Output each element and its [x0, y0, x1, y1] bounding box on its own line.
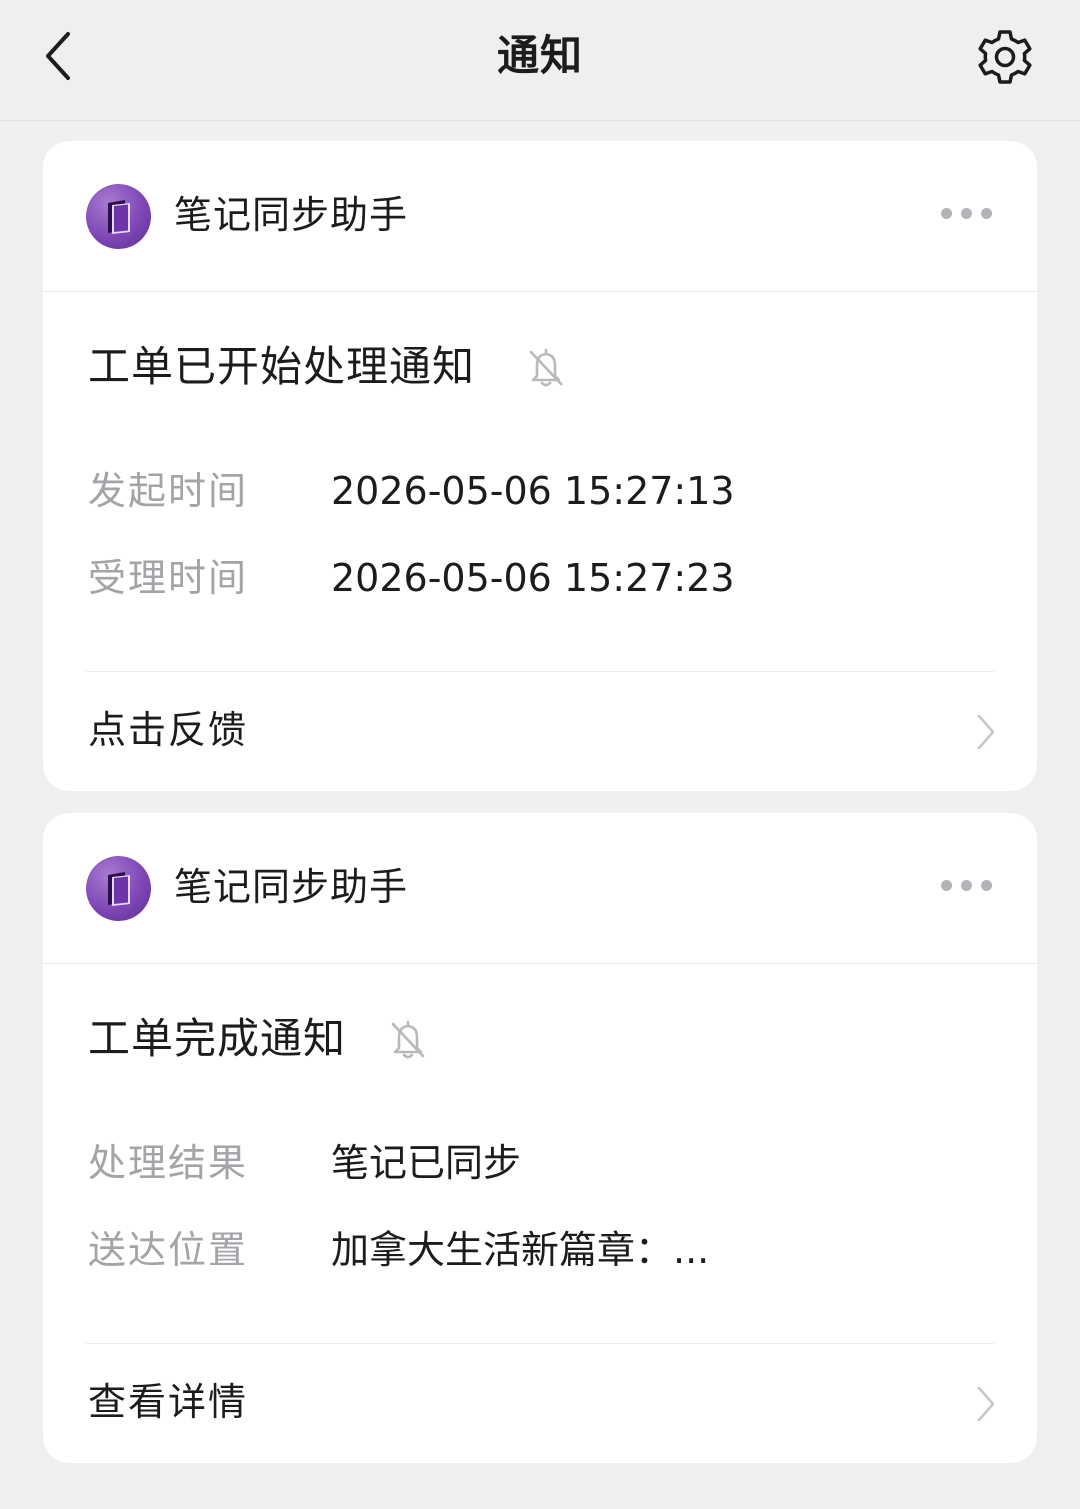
notification-title: 工单完成通知: [88, 1014, 347, 1063]
top-nav-bar: 通知: [0, 0, 1080, 121]
more-options-icon[interactable]: [941, 880, 993, 894]
page-title: 通知: [496, 31, 583, 80]
field-value-start-time: 2026-05-06 15:27:13: [331, 469, 735, 513]
card-header: 笔记同步助手: [43, 141, 1037, 292]
notification-card-2: 笔记同步助手 工单完成通知 处理结果 笔记已同步 送达位置 加拿大生活新篇章：.…: [43, 813, 1037, 1463]
app-name: 笔记同步助手: [174, 193, 409, 237]
notification-card-1: 笔记同步助手 工单已开始处理通知 发起时间 2026-05-06 15:27:1…: [43, 141, 1037, 791]
more-options-icon[interactable]: [941, 208, 993, 222]
field-label-location: 送达位置: [88, 1228, 249, 1272]
view-details-label: 查看详情: [88, 1380, 249, 1424]
chevron-right-icon: [977, 1386, 995, 1422]
avatar[interactable]: [86, 184, 151, 249]
field-label-start-time: 发起时间: [88, 469, 249, 513]
muted-bell-icon: [391, 1020, 425, 1059]
notification-title: 工单已开始处理通知: [88, 342, 476, 391]
muted-bell-icon: [529, 348, 563, 387]
field-value-result: 笔记已同步: [331, 1141, 522, 1185]
field-label-accept-time: 受理时间: [88, 556, 249, 600]
field-value-accept-time: 2026-05-06 15:27:23: [331, 556, 735, 600]
field-value-location: 加拿大生活新篇章：...: [331, 1228, 710, 1272]
feedback-link-label: 点击反馈: [88, 708, 249, 752]
feedback-row[interactable]: 点击反馈: [43, 672, 1037, 791]
chevron-right-icon: [977, 714, 995, 750]
notebook-icon: [108, 872, 130, 906]
app-name: 笔记同步助手: [174, 865, 409, 909]
view-details-row[interactable]: 查看详情: [43, 1344, 1037, 1463]
card-header: 笔记同步助手: [43, 813, 1037, 964]
notebook-icon: [108, 200, 130, 234]
avatar[interactable]: [86, 856, 151, 921]
gear-icon[interactable]: [974, 26, 1036, 88]
field-label-result: 处理结果: [88, 1141, 249, 1185]
